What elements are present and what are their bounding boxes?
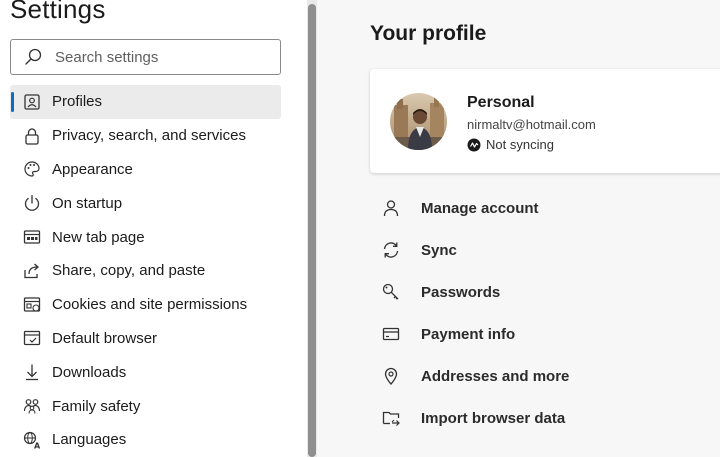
svg-text:A: A <box>34 441 41 450</box>
settings-nav: Profiles Privacy, search, and services A… <box>10 85 281 457</box>
sidebar-item-label: On startup <box>52 194 123 212</box>
avatar[interactable] <box>390 93 447 150</box>
sidebar-item-label: Privacy, search, and services <box>52 127 246 145</box>
page-title: Your profile <box>370 22 487 45</box>
menu-item-label: Import browser data <box>421 409 566 427</box>
profile-email: nirmaltv@hotmail.com <box>467 117 596 132</box>
sync-off-icon <box>467 138 481 152</box>
sidebar-item-share-copy-paste[interactable]: Share, copy, and paste <box>10 254 281 288</box>
key-icon <box>381 282 401 302</box>
profile-menu: Manage account Sync Passwords Payment in… <box>370 187 720 439</box>
sidebar-item-family-safety[interactable]: Family safety <box>10 389 281 423</box>
menu-item-label: Addresses and more <box>421 367 570 385</box>
lock-icon <box>22 126 42 146</box>
sync-status-text: Not syncing <box>486 137 554 152</box>
family-icon <box>22 396 42 416</box>
sidebar-item-label: Languages <box>52 431 127 449</box>
sidebar-item-new-tab-page[interactable]: New tab page <box>10 220 281 254</box>
search-input[interactable] <box>55 48 275 66</box>
sidebar-item-label: Share, copy, and paste <box>52 262 206 280</box>
sidebar-item-label: Cookies and site permissions <box>52 296 248 314</box>
sidebar-item-languages[interactable]: A Languages <box>10 423 281 457</box>
menu-item-label: Manage account <box>421 199 539 217</box>
scrollbar-thumb[interactable] <box>308 4 316 457</box>
import-folder-icon <box>381 408 401 428</box>
sidebar-item-label: New tab page <box>52 228 145 246</box>
sidebar-scrollbar[interactable] <box>307 0 317 457</box>
sync-icon <box>381 240 401 260</box>
sidebar-item-label: Default browser <box>52 329 158 347</box>
new-tab-icon <box>22 227 42 247</box>
sidebar-item-default-browser[interactable]: Default browser <box>10 322 281 356</box>
sidebar-item-label: Profiles <box>52 93 103 111</box>
settings-sidebar: Settings Profiles Privacy, search, and s… <box>0 0 307 457</box>
sidebar-item-label: Family safety <box>52 397 141 415</box>
sidebar-item-label: Downloads <box>52 363 127 381</box>
credit-card-icon <box>381 324 401 344</box>
sync-item[interactable]: Sync <box>370 229 720 271</box>
payment-info-item[interactable]: Payment info <box>370 313 720 355</box>
sidebar-item-on-startup[interactable]: On startup <box>10 186 281 220</box>
profile-content: Your profile Personal nirmaltv@hotmail.c… <box>317 0 720 457</box>
sync-status: Not syncing <box>467 137 554 152</box>
import-browser-data-item[interactable]: Import browser data <box>370 397 720 439</box>
sidebar-item-label: Appearance <box>52 160 133 178</box>
app-title: Settings <box>10 0 106 24</box>
location-pin-icon <box>381 366 401 386</box>
browser-icon <box>22 328 42 348</box>
profile-card-icon <box>22 92 42 112</box>
manage-account-item[interactable]: Manage account <box>370 187 720 229</box>
addresses-item[interactable]: Addresses and more <box>370 355 720 397</box>
cookies-icon <box>22 295 42 315</box>
person-icon <box>381 198 401 218</box>
sidebar-item-downloads[interactable]: Downloads <box>10 355 281 389</box>
palette-icon <box>22 159 42 179</box>
menu-item-label: Payment info <box>421 325 516 343</box>
power-icon <box>22 193 42 213</box>
sidebar-item-appearance[interactable]: Appearance <box>10 153 281 187</box>
languages-icon: A <box>22 430 42 450</box>
menu-item-label: Passwords <box>421 283 501 301</box>
sidebar-item-profiles[interactable]: Profiles <box>10 85 281 119</box>
sidebar-item-privacy[interactable]: Privacy, search, and services <box>10 119 281 153</box>
search-icon <box>23 47 43 67</box>
profile-name: Personal <box>467 94 535 111</box>
share-icon <box>22 261 42 281</box>
sidebar-item-cookies[interactable]: Cookies and site permissions <box>10 288 281 322</box>
passwords-item[interactable]: Passwords <box>370 271 720 313</box>
download-icon <box>22 362 42 382</box>
profile-card: Personal nirmaltv@hotmail.com Not syncin… <box>370 69 720 173</box>
search-box[interactable] <box>10 39 281 75</box>
menu-item-label: Sync <box>421 241 457 259</box>
